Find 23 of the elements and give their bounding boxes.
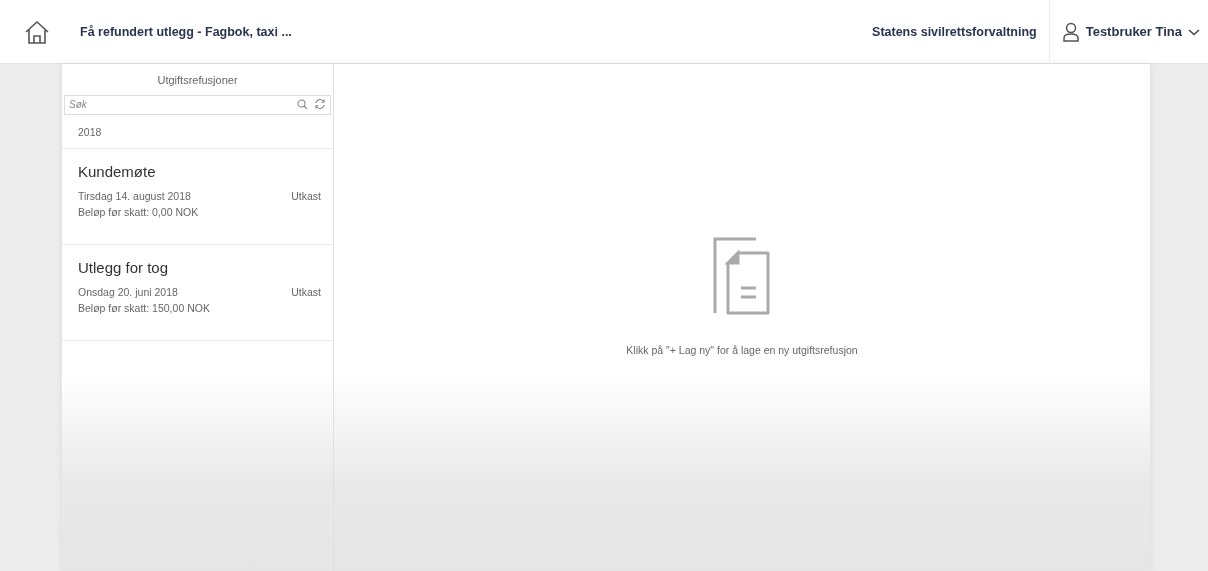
empty-state-message: Klikk på "+ Lag ny" for å lage en ny utgiftsrefusjon (626, 344, 858, 356)
refresh-icon[interactable] (314, 98, 326, 110)
expense-list-item[interactable]: Utlegg for tog Onsdag 20. juni 2018 Utkast Beløp før skatt: 150,00 NOK (62, 245, 333, 341)
chevron-down-icon (1188, 27, 1200, 36)
item-status: Utkast (291, 286, 321, 298)
list-title: Utgiftsrefusjoner (156, 73, 239, 88)
user-icon (1061, 21, 1080, 42)
item-title: Kundemøte (78, 163, 157, 180)
item-status: Utkast (291, 190, 321, 202)
item-title: Utlegg for tog (78, 259, 170, 276)
home-icon[interactable] (24, 18, 50, 45)
user-menu[interactable]: Testbruker Tina (1049, 21, 1208, 42)
item-date: Tirsdag 14. august 2018 (78, 190, 191, 202)
documents-icon (712, 236, 772, 316)
app-title: Få refundert utlegg - Fagbok, taxi ... (80, 24, 292, 39)
item-date: Onsdag 20. juni 2018 (78, 286, 178, 298)
item-amount: Beløp før skatt: 0,00 NOK (78, 206, 200, 218)
expense-list-item[interactable]: Kundemøte Tirsdag 14. august 2018 Utkast Beløp før skatt: 0,00 NOK (62, 149, 333, 245)
search-field[interactable]: Søk (64, 94, 331, 115)
organization-link[interactable]: Statens sivilrettsforvaltning (872, 24, 1049, 39)
item-amount: Beløp før skatt: 150,00 NOK (78, 302, 211, 314)
group-header: 2018 (77, 125, 103, 140)
search-icon[interactable] (297, 98, 308, 110)
